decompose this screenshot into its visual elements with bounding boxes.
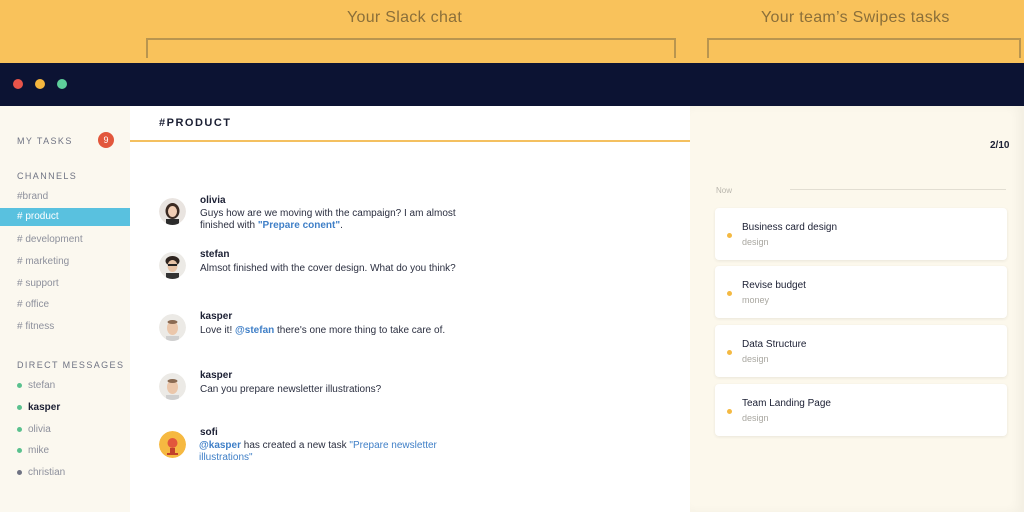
message-author[interactable]: sofi bbox=[200, 427, 218, 438]
avatar-sofi[interactable] bbox=[159, 431, 186, 458]
dm-label: kasper bbox=[28, 402, 61, 413]
task-tag: design bbox=[742, 354, 769, 364]
message-text: @kasper has created a new task "Prepare … bbox=[199, 440, 499, 464]
dm-olivia[interactable]: olivia bbox=[17, 424, 51, 435]
avatar-kasper[interactable] bbox=[159, 314, 186, 341]
task-card[interactable]: Team Landing Page design bbox=[715, 384, 1007, 436]
offline-status-icon bbox=[17, 470, 22, 475]
task-link[interactable]: "Prepare conent" bbox=[258, 220, 340, 231]
message-text: Guys how are we moving with the campaign… bbox=[200, 208, 520, 232]
avatar-kasper[interactable] bbox=[159, 373, 186, 400]
online-status-icon bbox=[17, 383, 22, 388]
task-title: Revise budget bbox=[742, 280, 806, 291]
user-mention[interactable]: @stefan bbox=[235, 325, 274, 336]
task-title: Business card design bbox=[742, 222, 838, 233]
message-author[interactable]: kasper bbox=[200, 370, 232, 381]
swipes-tasks-label: Your team’s Swipes tasks bbox=[761, 9, 950, 26]
window-titlebar bbox=[0, 63, 1024, 106]
task-card[interactable]: Revise budget money bbox=[715, 266, 1007, 318]
message-author[interactable]: olivia bbox=[200, 195, 226, 206]
section-divider bbox=[790, 189, 1006, 190]
my-tasks-count-badge: 9 bbox=[98, 132, 114, 148]
sidebar-channel-label: # product bbox=[17, 211, 59, 222]
swipes-tasks-bracket bbox=[707, 38, 1021, 58]
message-line: Guys how are we moving with the campaign… bbox=[200, 208, 456, 219]
online-status-icon bbox=[17, 448, 22, 453]
avatar-olivia[interactable] bbox=[159, 198, 186, 225]
avatar-stefan[interactable] bbox=[159, 252, 186, 279]
close-window-button[interactable] bbox=[13, 79, 23, 89]
dm-christian[interactable]: christian bbox=[17, 467, 65, 478]
sidebar-channel-marketing[interactable]: # marketing bbox=[17, 256, 69, 267]
direct-messages-heading: DIRECT MESSAGES bbox=[17, 360, 125, 370]
task-counter: 2/10 bbox=[990, 140, 1010, 151]
message-line: Love it! bbox=[200, 325, 236, 336]
task-tag: money bbox=[742, 295, 770, 305]
dm-label: stefan bbox=[28, 380, 56, 391]
dm-label: christian bbox=[28, 467, 66, 478]
slack-chat-label: Your Slack chat bbox=[347, 9, 463, 26]
section-now-label: Now bbox=[716, 186, 733, 195]
sidebar-channel-development[interactable]: # development bbox=[17, 234, 83, 245]
task-title: Data Structure bbox=[742, 339, 807, 350]
message-line: there's one more thing to take care of. bbox=[274, 325, 446, 336]
sidebar-channel-brand[interactable]: #brand bbox=[17, 191, 48, 202]
task-title: Team Landing Page bbox=[742, 398, 831, 409]
task-link[interactable]: "Prepare newsletter bbox=[349, 440, 436, 451]
dm-mike[interactable]: mike bbox=[17, 445, 49, 456]
dm-label: mike bbox=[28, 445, 50, 456]
channel-title: #PRODUCT bbox=[159, 117, 232, 129]
message-line: finished with bbox=[200, 220, 258, 231]
online-status-icon bbox=[17, 405, 22, 410]
sidebar-channel-office[interactable]: # office bbox=[17, 299, 49, 310]
maximize-window-button[interactable] bbox=[57, 79, 67, 89]
user-mention[interactable]: @kasper bbox=[199, 440, 241, 451]
sidebar-channel-product[interactable]: # product bbox=[0, 208, 130, 226]
minimize-window-button[interactable] bbox=[35, 79, 45, 89]
my-tasks-link[interactable]: MY TASKS bbox=[17, 136, 73, 146]
channels-heading: CHANNELS bbox=[17, 171, 78, 181]
task-card[interactable]: Data Structure design bbox=[715, 325, 1007, 377]
message-author[interactable]: stefan bbox=[200, 249, 229, 260]
message-line: has created a new task bbox=[241, 440, 350, 451]
online-status-icon bbox=[17, 427, 22, 432]
task-status-dot-icon bbox=[727, 291, 732, 296]
message-text: Almsot finished with the cover design. W… bbox=[200, 263, 456, 274]
message-text: Love it! @stefan there's one more thing … bbox=[200, 325, 500, 337]
dm-stefan[interactable]: stefan bbox=[17, 380, 55, 391]
sidebar-channel-support[interactable]: # support bbox=[17, 278, 59, 289]
slack-chat-bracket bbox=[146, 38, 676, 58]
task-link[interactable]: illustrations" bbox=[199, 452, 253, 463]
task-status-dot-icon bbox=[727, 233, 732, 238]
dm-kasper[interactable]: kasper bbox=[17, 402, 60, 413]
task-status-dot-icon bbox=[727, 409, 732, 414]
dm-label: olivia bbox=[28, 424, 51, 435]
sidebar-channel-fitness[interactable]: # fitness bbox=[17, 321, 54, 332]
message-author[interactable]: kasper bbox=[200, 311, 232, 322]
task-tag: design bbox=[742, 237, 769, 247]
task-status-dot-icon bbox=[727, 350, 732, 355]
task-tag: design bbox=[742, 413, 769, 423]
message-line: . bbox=[340, 220, 343, 231]
task-card[interactable]: Business card design design bbox=[715, 208, 1007, 260]
message-text: Can you prepare newsletter illustrations… bbox=[200, 384, 382, 395]
